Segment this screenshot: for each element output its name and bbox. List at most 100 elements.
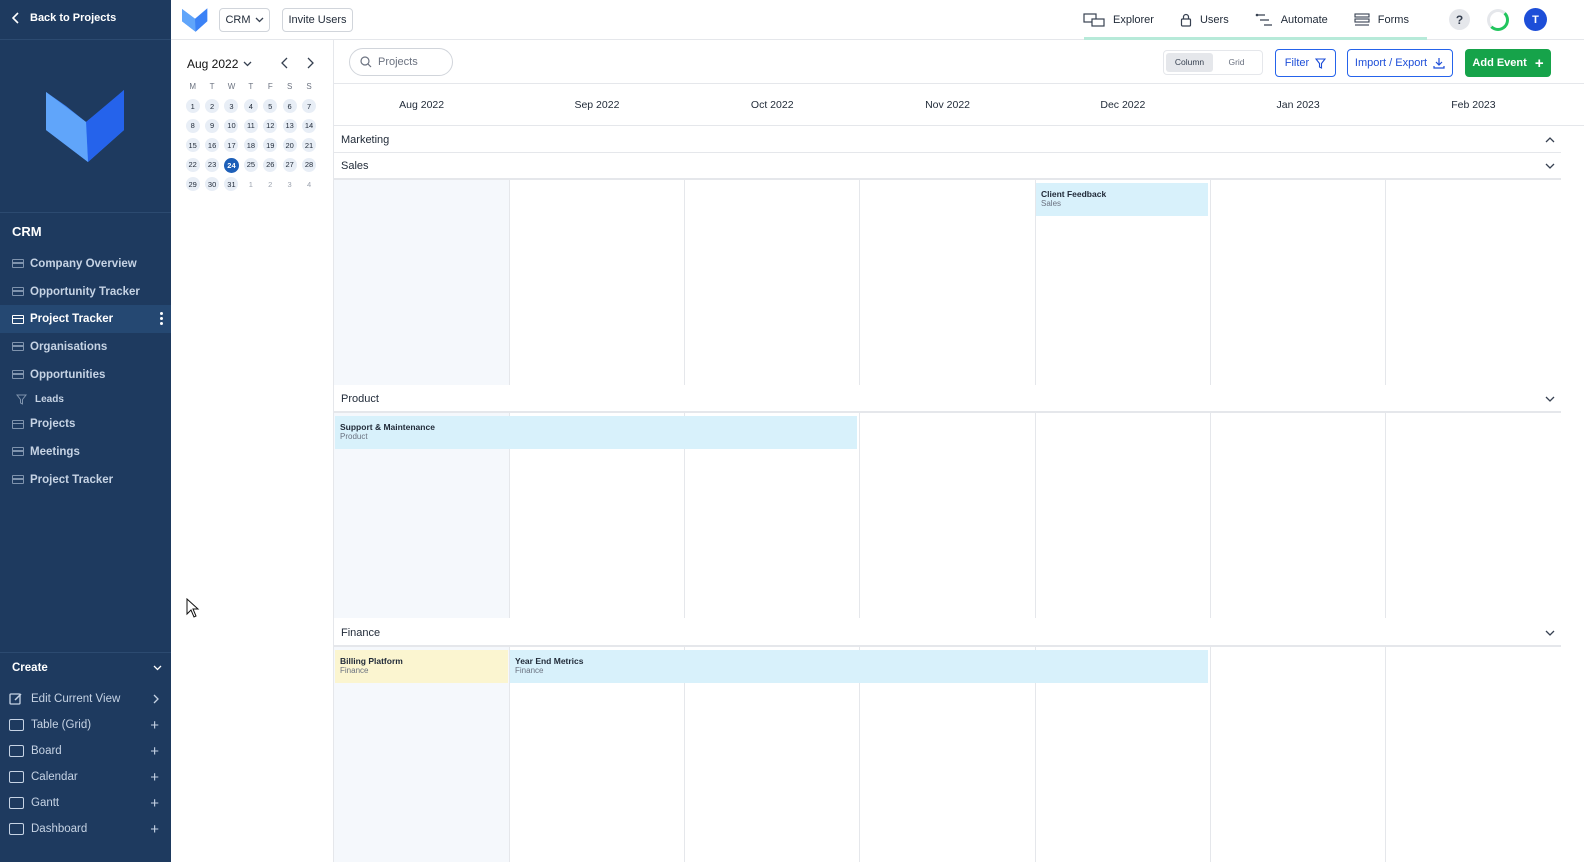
- chevron-down-icon: [1545, 396, 1555, 402]
- calendar-day[interactable]: 17: [224, 138, 239, 152]
- calendar-day[interactable]: 30: [205, 177, 220, 191]
- sidebar-item-project-tracker-2[interactable]: Project Tracker: [0, 466, 171, 494]
- mouse-cursor-icon: [186, 598, 200, 618]
- avatar[interactable]: T: [1524, 8, 1547, 31]
- calendar-day[interactable]: 27: [282, 157, 297, 172]
- event-support-maintenance[interactable]: Support & Maintenance Product: [335, 416, 857, 449]
- filter-button[interactable]: Filter: [1275, 49, 1336, 77]
- calendar-day[interactable]: 3: [224, 99, 239, 113]
- current-month-shade: [334, 180, 509, 385]
- nav-forms[interactable]: Forms: [1354, 13, 1409, 27]
- toolbar: Projects Column Grid Filter Import / Exp…: [334, 40, 1584, 84]
- calendar-day-next-month[interactable]: 2: [263, 177, 277, 191]
- sidebar-item-opportunities[interactable]: Opportunities: [0, 361, 171, 389]
- calendar-day[interactable]: 26: [263, 157, 278, 172]
- calendar-day[interactable]: 10: [224, 118, 239, 133]
- sidebar-item-projects[interactable]: Projects: [0, 410, 171, 438]
- create-item-board[interactable]: Board +: [0, 738, 171, 764]
- next-month-icon[interactable]: [305, 57, 315, 69]
- table-icon: [12, 370, 24, 380]
- calendar-day[interactable]: 23: [205, 157, 220, 172]
- sidebar-item-organisations[interactable]: Organisations: [0, 333, 171, 361]
- sidebar-item-company-overview[interactable]: Company Overview: [0, 250, 171, 278]
- calendar-day[interactable]: 6: [282, 99, 297, 113]
- calendar-day[interactable]: 9: [205, 118, 220, 133]
- calendar-day[interactable]: 5: [263, 99, 278, 113]
- calendar-day[interactable]: 28: [302, 157, 317, 172]
- create-item-edit-current-view[interactable]: Edit Current View: [0, 686, 171, 712]
- calendar-day[interactable]: 11: [243, 118, 258, 133]
- explorer-icon: [1083, 13, 1105, 27]
- calendar-day[interactable]: 21: [302, 138, 317, 152]
- workspace-dropdown[interactable]: CRM: [219, 8, 270, 32]
- add-event-button[interactable]: Add Event +: [1465, 49, 1551, 77]
- top-nav: Explorer Users Automate Forms: [1083, 0, 1435, 40]
- calendar-day[interactable]: 19: [263, 138, 278, 152]
- create-section-toggle[interactable]: Create: [12, 662, 162, 674]
- calendar-day[interactable]: 14: [302, 118, 317, 133]
- calendar-day[interactable]: 31: [224, 177, 239, 191]
- event-year-end-metrics[interactable]: Year End Metrics Finance: [510, 650, 1208, 683]
- plus-icon[interactable]: +: [150, 822, 159, 837]
- sidebar-item-meetings[interactable]: Meetings: [0, 438, 171, 466]
- chevron-right-icon: [153, 694, 159, 704]
- sidebar-item-project-tracker[interactable]: Project Tracker: [0, 305, 171, 334]
- calendar-day-next-month[interactable]: 1: [244, 177, 258, 191]
- more-options-icon[interactable]: [160, 312, 163, 326]
- lane-sales: Client Feedback Sales: [334, 180, 1561, 385]
- divider: [0, 212, 171, 213]
- event-billing-platform[interactable]: Billing Platform Finance: [335, 650, 508, 683]
- view-column-toggle[interactable]: Column: [1166, 53, 1213, 72]
- calendar-day[interactable]: 20: [282, 138, 297, 152]
- view-grid-toggle[interactable]: Grid: [1213, 53, 1260, 72]
- group-header-marketing[interactable]: Marketing: [334, 127, 1561, 153]
- group-name: Sales: [341, 159, 369, 172]
- mini-calendar-month-dropdown[interactable]: Aug 2022: [187, 57, 252, 71]
- nav-automate[interactable]: Automate: [1255, 13, 1328, 27]
- event-client-feedback[interactable]: Client Feedback Sales: [1036, 183, 1208, 216]
- prev-month-icon[interactable]: [280, 57, 290, 69]
- calendar-day[interactable]: 8: [185, 118, 200, 133]
- sidebar-item-label: Meetings: [30, 445, 80, 458]
- create-item-table-grid[interactable]: Table (Grid) +: [0, 712, 171, 738]
- nav-users[interactable]: Users: [1180, 13, 1229, 27]
- calendar-day[interactable]: 18: [243, 138, 258, 152]
- group-header-sales[interactable]: Sales: [334, 153, 1561, 179]
- search-input[interactable]: Projects: [349, 48, 453, 76]
- calendar-day-next-month[interactable]: 3: [283, 177, 297, 191]
- event-group: Product: [340, 432, 368, 441]
- plus-icon[interactable]: +: [150, 744, 159, 759]
- weekday-label: T: [209, 82, 215, 91]
- import-export-button[interactable]: Import / Export: [1347, 49, 1453, 77]
- plus-icon[interactable]: +: [150, 718, 159, 733]
- app-logo-small[interactable]: [181, 7, 209, 38]
- back-to-projects-link[interactable]: Back to Projects: [12, 12, 116, 24]
- calendar-day[interactable]: 12: [263, 118, 278, 133]
- sidebar-item-leads[interactable]: Leads: [0, 388, 171, 410]
- calendar-day[interactable]: 16: [205, 138, 220, 152]
- calendar-day[interactable]: 1: [185, 99, 200, 113]
- calendar-day-next-month[interactable]: 4: [302, 177, 316, 191]
- plus-icon[interactable]: +: [150, 796, 159, 811]
- calendar-day[interactable]: 13: [282, 118, 297, 133]
- calendar-day[interactable]: 2: [205, 99, 220, 113]
- calendar-day[interactable]: 29: [185, 177, 200, 191]
- month-label: Oct 2022: [750, 98, 794, 111]
- calendar-day[interactable]: 25: [243, 157, 258, 172]
- calendar-day[interactable]: 15: [185, 138, 200, 152]
- calendar-day[interactable]: 22: [185, 157, 200, 172]
- sidebar-item-opportunity-tracker[interactable]: Opportunity Tracker: [0, 278, 171, 306]
- plus-icon[interactable]: +: [150, 770, 159, 785]
- create-item-calendar[interactable]: Calendar +: [0, 764, 171, 790]
- calendar-day[interactable]: 7: [302, 99, 317, 113]
- invite-users-button[interactable]: Invite Users: [282, 8, 353, 32]
- create-item-dashboard[interactable]: Dashboard +: [0, 816, 171, 842]
- help-icon[interactable]: ?: [1449, 9, 1470, 30]
- calendar-day[interactable]: 4: [243, 99, 258, 113]
- group-header-product[interactable]: Product: [334, 386, 1561, 412]
- calendar-day[interactable]: 24: [223, 157, 239, 173]
- nav-explorer[interactable]: Explorer: [1083, 13, 1154, 27]
- create-item-gantt[interactable]: Gantt +: [0, 790, 171, 816]
- group-header-finance[interactable]: Finance: [334, 620, 1561, 646]
- filter-label: Filter: [1284, 57, 1310, 69]
